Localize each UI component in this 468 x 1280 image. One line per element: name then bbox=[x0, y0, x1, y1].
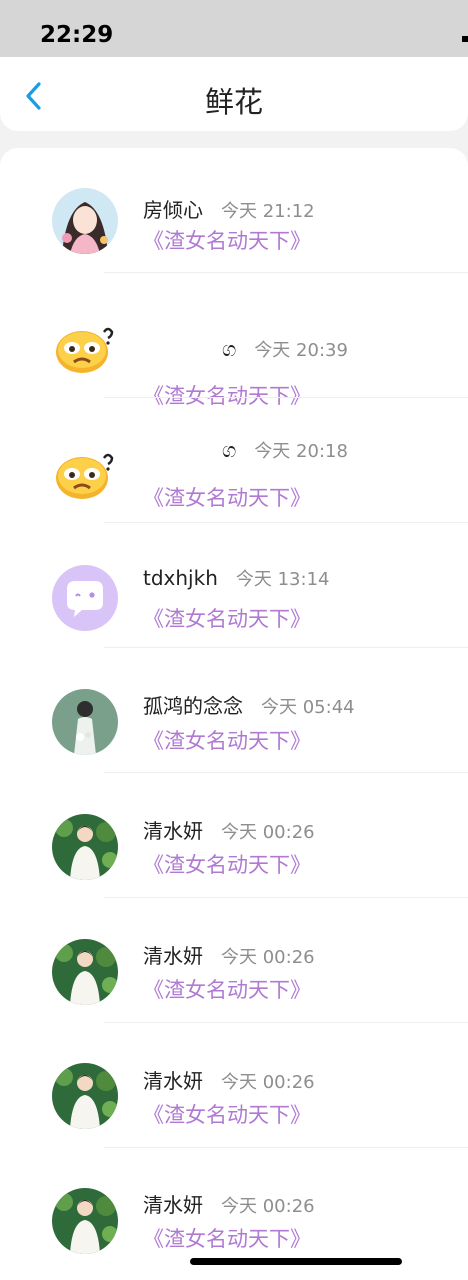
name-line: 清水妍 今天 00:26 bbox=[143, 940, 315, 969]
flower-list: 房倾心 今天 21:12 《渣女名动天下》 ග 今天 20:39 《渣女名动天下… bbox=[0, 148, 468, 1280]
user-name: 清水妍 bbox=[143, 1069, 203, 1093]
page-title: 鲜花 bbox=[204, 85, 263, 119]
book-title[interactable]: 《渣女名动天下》 bbox=[143, 725, 311, 755]
status-bar: 22:29 bbox=[0, 0, 468, 60]
gift-time: 今天 21:12 bbox=[221, 201, 315, 222]
status-indicator bbox=[462, 36, 468, 42]
girl-illustration-icon bbox=[52, 188, 118, 254]
name-line: 清水妍 今天 00:26 bbox=[143, 1065, 315, 1094]
crying-emoji-icon bbox=[52, 314, 118, 380]
gift-time: 今天 00:26 bbox=[221, 1196, 315, 1217]
book-title[interactable]: 《渣女名动天下》 bbox=[143, 1223, 311, 1253]
status-time: 22:29 bbox=[40, 22, 114, 48]
avatar[interactable] bbox=[52, 1188, 118, 1254]
book-title[interactable]: 《渣女名动天下》 bbox=[143, 603, 311, 633]
user-name: 清水妍 bbox=[143, 944, 203, 968]
man-in-forest-icon bbox=[52, 1063, 118, 1129]
bride-photo-icon bbox=[52, 689, 118, 755]
gift-time: 今天 13:14 bbox=[235, 569, 330, 590]
avatar[interactable] bbox=[52, 1063, 118, 1129]
user-name: 清水妍 bbox=[143, 819, 203, 843]
avatar[interactable] bbox=[52, 565, 118, 631]
nav-bar: 鲜花 bbox=[0, 57, 468, 131]
name-line: 清水妍 今天 00:26 bbox=[143, 815, 315, 844]
man-in-forest-icon bbox=[52, 814, 118, 880]
book-title[interactable]: 《渣女名动天下》 bbox=[143, 482, 311, 512]
name-line: 房倾心 今天 21:12 bbox=[143, 194, 315, 223]
user-name: 房倾心 bbox=[143, 198, 203, 222]
avatar[interactable] bbox=[52, 440, 118, 506]
avatar[interactable] bbox=[52, 188, 118, 254]
user-name: ග bbox=[222, 438, 237, 462]
list-item[interactable]: 清水妍 今天 00:26 《渣女名动天下》 bbox=[0, 773, 468, 898]
name-line: ග 今天 20:18 bbox=[222, 437, 348, 463]
man-in-forest-icon bbox=[52, 1188, 118, 1254]
user-name: ග bbox=[222, 337, 237, 361]
book-title[interactable]: 《渣女名动天下》 bbox=[143, 974, 311, 1004]
gift-time: 今天 00:26 bbox=[221, 822, 315, 843]
list-item[interactable]: ග 今天 20:18 《渣女名动天下》 bbox=[0, 398, 468, 523]
gift-time: 今天 05:44 bbox=[261, 697, 355, 718]
gift-time: 今天 20:18 bbox=[254, 441, 348, 462]
man-in-forest-icon bbox=[52, 939, 118, 1005]
user-name: 清水妍 bbox=[143, 1193, 203, 1217]
list-item[interactable]: ග 今天 20:39 《渣女名动天下》 bbox=[0, 273, 468, 408]
list-item[interactable]: 清水妍 今天 00:26 《渣女名动天下》 bbox=[0, 1023, 468, 1148]
name-line: 孤鸿的念念 今天 05:44 bbox=[143, 690, 355, 719]
avatar[interactable] bbox=[52, 814, 118, 880]
gift-time: 今天 00:26 bbox=[221, 1072, 315, 1093]
book-title[interactable]: 《渣女名动天下》 bbox=[143, 849, 311, 879]
gift-time: 今天 00:26 bbox=[221, 947, 315, 968]
list-item[interactable]: 孤鸿的念念 今天 05:44 《渣女名动天下》 bbox=[0, 648, 468, 773]
book-title[interactable]: 《渣女名动天下》 bbox=[143, 225, 311, 255]
home-indicator[interactable] bbox=[190, 1258, 402, 1265]
crying-emoji-icon bbox=[52, 440, 118, 506]
name-line: tdxhjkh 今天 13:14 bbox=[143, 565, 329, 591]
book-title[interactable]: 《渣女名动天下》 bbox=[143, 1099, 311, 1129]
user-name: tdxhjkh bbox=[143, 566, 218, 590]
avatar[interactable] bbox=[52, 689, 118, 755]
list-item[interactable]: 清水妍 今天 00:26 《渣女名动天下》 bbox=[0, 898, 468, 1023]
default-chat-avatar-icon bbox=[52, 565, 118, 631]
list-item[interactable]: tdxhjkh 今天 13:14 《渣女名动天下》 bbox=[0, 523, 468, 648]
avatar[interactable] bbox=[52, 314, 118, 380]
gift-time: 今天 20:39 bbox=[254, 340, 348, 361]
name-line: 清水妍 今天 00:26 bbox=[143, 1189, 315, 1218]
avatar[interactable] bbox=[52, 939, 118, 1005]
name-line: ග 今天 20:39 bbox=[222, 336, 348, 362]
list-item[interactable]: 清水妍 今天 00:26 《渣女名动天下》 bbox=[0, 1148, 468, 1273]
list-item[interactable]: 房倾心 今天 21:12 《渣女名动天下》 bbox=[0, 148, 468, 273]
user-name: 孤鸿的念念 bbox=[143, 694, 243, 718]
